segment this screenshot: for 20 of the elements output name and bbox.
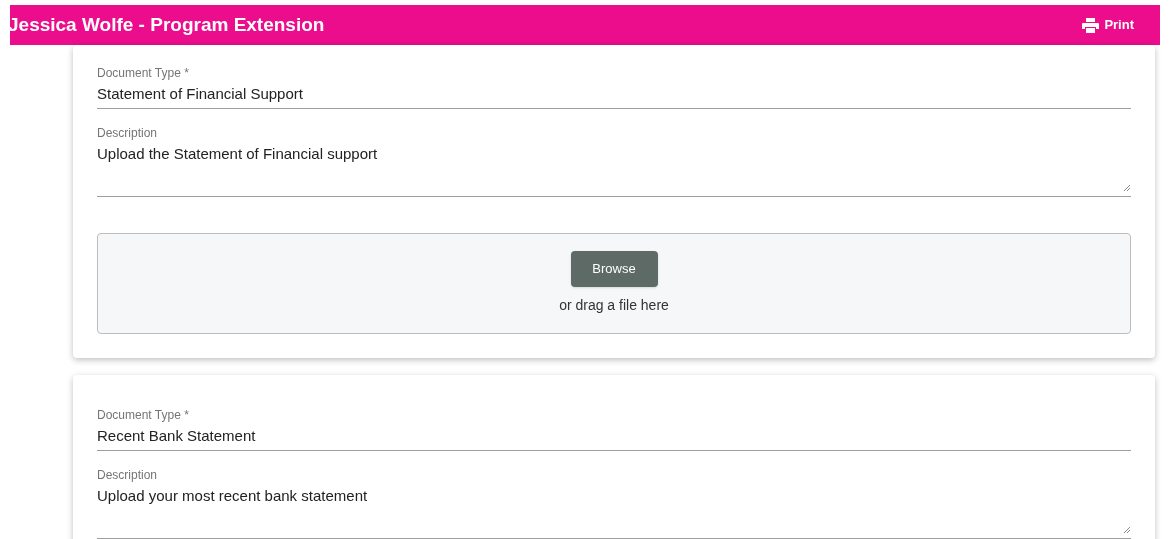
document-type-field[interactable]: Document Type * Statement of Financial Support bbox=[97, 65, 1131, 109]
page-title: Jessica Wolfe - Program Extension bbox=[8, 12, 325, 37]
document-type-field[interactable]: Document Type * Recent Bank Statement bbox=[97, 407, 1131, 451]
field-label: Description bbox=[97, 125, 159, 141]
file-dropzone[interactable]: Browse or drag a file here bbox=[97, 233, 1131, 334]
print-button[interactable]: Print bbox=[1082, 15, 1134, 35]
field-value: Recent Bank Statement bbox=[97, 426, 257, 446]
browse-button[interactable]: Browse bbox=[570, 251, 658, 287]
resize-handle-icon[interactable] bbox=[1123, 526, 1131, 534]
drag-hint: or drag a file here bbox=[559, 296, 669, 315]
field-value: Statement of Financial Support bbox=[97, 84, 304, 104]
resize-handle-icon[interactable] bbox=[1123, 184, 1131, 192]
field-value: Upload your most recent bank statement bbox=[97, 486, 369, 506]
description-field[interactable]: Description Upload your most recent bank statement bbox=[97, 467, 1131, 539]
printer-icon bbox=[1082, 17, 1100, 33]
field-label: Description bbox=[97, 467, 159, 483]
description-field[interactable]: Description Upload the Statement of Financial support bbox=[97, 125, 1131, 197]
field-value: Upload the Statement of Financial support bbox=[97, 144, 379, 164]
field-label: Document Type * bbox=[97, 65, 190, 81]
field-label: Document Type * bbox=[97, 407, 190, 423]
